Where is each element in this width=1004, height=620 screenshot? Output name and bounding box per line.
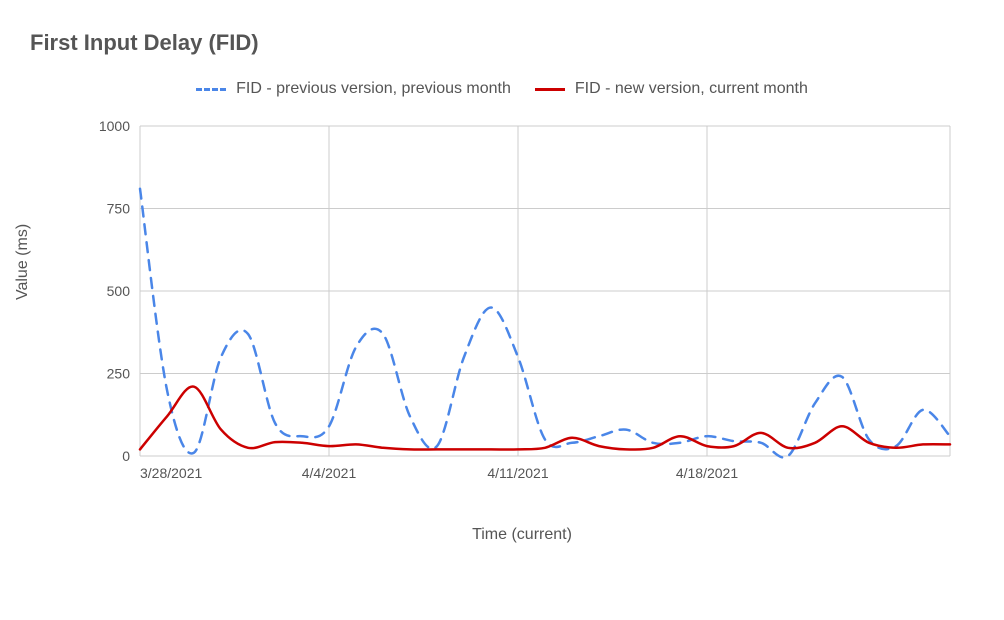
legend-item-new: FID - new version, current month	[535, 80, 808, 98]
legend: FID - previous version, previous month F…	[20, 80, 984, 98]
plot-area: 0 250 500 750 1000 3/28/2021 4/4/2021 4/11/2021…	[80, 116, 964, 544]
svg-text:250: 250	[107, 366, 131, 382]
legend-swatch-solid	[535, 88, 565, 91]
legend-label: FID - new version, current month	[575, 80, 808, 98]
svg-text:1000: 1000	[99, 118, 130, 134]
legend-item-previous: FID - previous version, previous month	[196, 80, 511, 98]
legend-swatch-dashed	[196, 88, 226, 91]
x-axis-label: Time (current)	[80, 526, 964, 544]
svg-text:500: 500	[107, 283, 131, 299]
svg-text:4/18/2021: 4/18/2021	[676, 465, 738, 481]
svg-text:750: 750	[107, 201, 131, 217]
svg-text:0: 0	[122, 448, 130, 464]
chart-container: First Input Delay (FID) FID - previous v…	[0, 0, 1004, 620]
svg-text:4/11/2021: 4/11/2021	[487, 465, 548, 481]
chart-svg: 0 250 500 750 1000 3/28/2021 4/4/2021 4/11/2021…	[80, 116, 960, 486]
svg-text:3/28/2021: 3/28/2021	[140, 465, 202, 481]
y-axis-label: Value (ms)	[14, 224, 32, 300]
chart-title: First Input Delay (FID)	[30, 30, 984, 56]
legend-label: FID - previous version, previous month	[236, 80, 511, 98]
svg-text:4/4/2021: 4/4/2021	[302, 465, 357, 481]
